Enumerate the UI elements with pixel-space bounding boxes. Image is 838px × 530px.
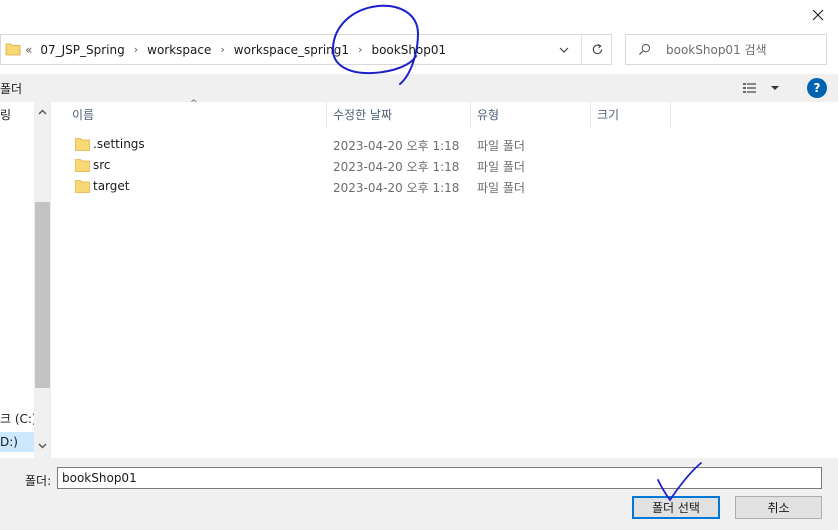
dialog-footer: 폴더: 폴더 선택 취소 bbox=[0, 458, 838, 530]
help-button[interactable]: ? bbox=[807, 78, 827, 98]
file-name: target bbox=[93, 179, 130, 193]
navigation-pane: 링 크 (C:) D:) bbox=[0, 102, 51, 458]
breadcrumb-chevron-icon[interactable]: › bbox=[220, 43, 224, 56]
column-header-type[interactable]: 유형 bbox=[471, 102, 591, 128]
breadcrumb-chevron-icon[interactable]: › bbox=[358, 43, 362, 56]
file-row[interactable]: target 2023-04-20 오후 1:18 파일 폴더 bbox=[51, 176, 838, 197]
select-folder-button[interactable]: 폴더 선택 bbox=[632, 496, 720, 519]
scroll-thumb[interactable] bbox=[35, 202, 50, 388]
folder-field-label: 폴더: bbox=[25, 474, 52, 488]
file-row[interactable]: .settings 2023-04-20 오후 1:18 파일 폴더 bbox=[51, 134, 838, 155]
view-options-icon bbox=[743, 83, 756, 93]
breadcrumb: « 07_JSP_Spring › workspace › workspace_… bbox=[25, 35, 446, 64]
breadcrumb-chevron-icon[interactable]: › bbox=[134, 43, 138, 56]
address-bar[interactable]: « 07_JSP_Spring › workspace › workspace_… bbox=[0, 34, 612, 65]
view-options-button[interactable] bbox=[743, 78, 783, 98]
refresh-button[interactable] bbox=[584, 35, 611, 64]
refresh-icon bbox=[592, 44, 603, 55]
close-button[interactable] bbox=[804, 2, 832, 28]
chevron-down-icon bbox=[38, 443, 47, 449]
folder-icon bbox=[75, 138, 90, 151]
breadcrumb-item[interactable]: workspace bbox=[147, 43, 211, 57]
file-modified: 2023-04-20 오후 1:18 bbox=[333, 160, 460, 174]
file-type: 파일 폴더 bbox=[477, 181, 525, 195]
search-box[interactable] bbox=[625, 34, 827, 65]
column-header-modified[interactable]: 수정한 날짜 bbox=[327, 102, 471, 128]
divider bbox=[581, 35, 582, 64]
close-icon bbox=[812, 9, 824, 21]
chevron-down-icon bbox=[559, 47, 569, 53]
file-type: 파일 폴더 bbox=[477, 139, 525, 153]
file-modified: 2023-04-20 오후 1:18 bbox=[333, 181, 460, 195]
search-input[interactable] bbox=[666, 41, 821, 59]
scroll-up-button[interactable] bbox=[34, 102, 51, 122]
address-history-button[interactable] bbox=[549, 35, 579, 64]
column-header-name[interactable]: 이름 bbox=[66, 102, 327, 128]
file-name: src bbox=[93, 158, 111, 172]
folder-icon bbox=[75, 180, 90, 193]
file-modified: 2023-04-20 오후 1:18 bbox=[333, 139, 460, 153]
file-name: .settings bbox=[93, 137, 145, 151]
caret-down-icon bbox=[771, 86, 779, 90]
nav-item[interactable]: 링 bbox=[0, 106, 11, 123]
file-type: 파일 폴더 bbox=[477, 160, 525, 174]
column-header-size[interactable]: 크기 bbox=[591, 102, 671, 128]
nav-item-d-drive[interactable]: D:) bbox=[0, 432, 34, 452]
breadcrumb-overflow[interactable]: « bbox=[25, 43, 32, 57]
breadcrumb-item[interactable]: workspace_spring1 bbox=[234, 43, 349, 57]
cancel-button[interactable]: 취소 bbox=[735, 496, 822, 519]
folder-icon bbox=[5, 43, 21, 56]
breadcrumb-item-current[interactable]: bookShop01 bbox=[371, 43, 446, 57]
folder-icon bbox=[75, 159, 90, 172]
column-headers: ^ 이름 수정한 날짜 유형 크기 bbox=[51, 99, 838, 128]
toolbar: 폴더 ? bbox=[0, 74, 838, 102]
breadcrumb-item[interactable]: 07_JSP_Spring bbox=[40, 43, 124, 57]
search-icon bbox=[638, 43, 651, 56]
new-folder-button[interactable]: 폴더 bbox=[0, 80, 22, 97]
nav-scrollbar[interactable] bbox=[34, 102, 51, 458]
chevron-up-icon bbox=[38, 109, 47, 115]
file-row[interactable]: src 2023-04-20 오후 1:18 파일 폴더 bbox=[51, 155, 838, 176]
folder-name-field[interactable] bbox=[57, 467, 822, 489]
scroll-down-button[interactable] bbox=[34, 436, 51, 456]
file-list: ^ 이름 수정한 날짜 유형 크기 .settings 2023-04-20 오… bbox=[51, 99, 838, 458]
nav-item-c-drive[interactable]: 크 (C:) bbox=[0, 410, 37, 427]
